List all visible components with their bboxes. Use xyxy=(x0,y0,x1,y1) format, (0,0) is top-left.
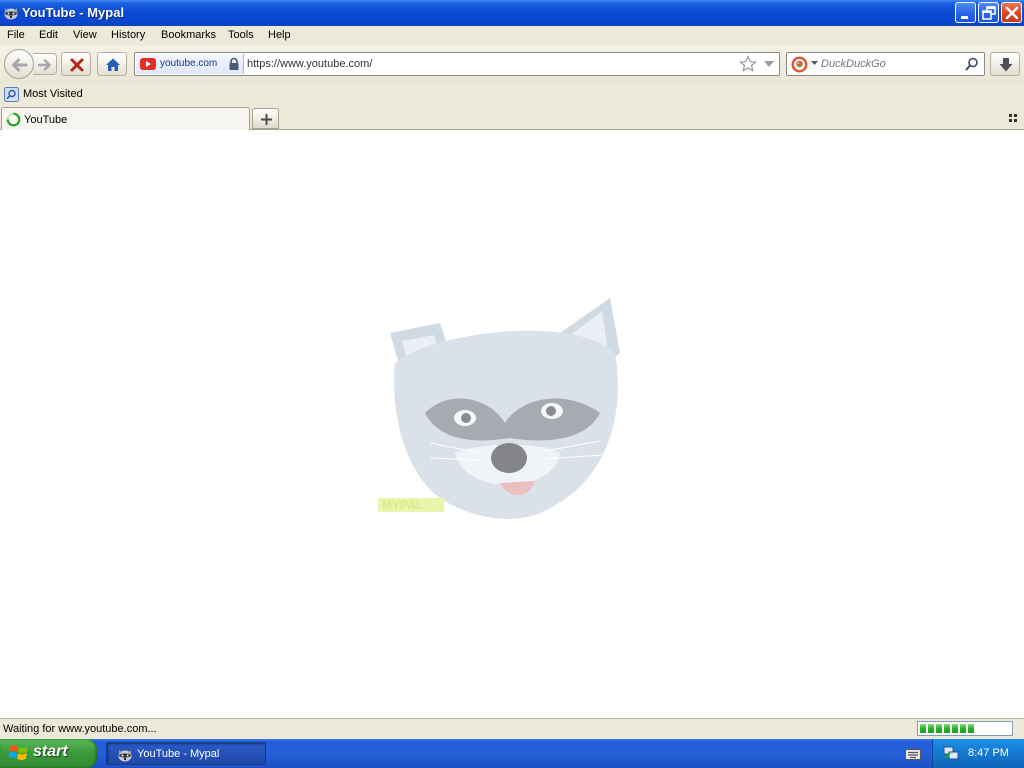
close-window-button[interactable] xyxy=(1001,2,1022,23)
plus-icon xyxy=(261,114,272,125)
back-button[interactable] xyxy=(4,49,34,79)
progress-segment xyxy=(936,724,942,733)
start-label: start xyxy=(33,743,68,760)
tab-label: YouTube xyxy=(24,114,68,126)
progress-segment xyxy=(968,724,974,733)
start-button[interactable]: start xyxy=(0,739,97,768)
mypal-raccoon-icon xyxy=(4,8,18,20)
progress-fill xyxy=(920,724,974,733)
forward-arrow-icon xyxy=(37,59,51,71)
restore-button[interactable] xyxy=(978,2,999,23)
site-identity-label: youtube.com xyxy=(160,58,218,69)
youtube-favicon-icon xyxy=(140,58,156,70)
taskbar-clock: 8:47 PM xyxy=(968,747,1009,759)
taskbar-window-label: YouTube - Mypal xyxy=(137,748,220,760)
tab-youtube[interactable]: YouTube xyxy=(1,107,250,130)
site-identity-box[interactable]: youtube.com xyxy=(136,54,244,74)
windows-taskbar: start YouTube - Mypal 8:47 PM xyxy=(0,739,1024,768)
windows-logo-icon xyxy=(9,745,28,761)
home-icon xyxy=(106,58,120,71)
stop-button[interactable] xyxy=(61,52,91,76)
search-input[interactable] xyxy=(821,54,961,74)
window-title: YouTube - Mypal xyxy=(22,5,125,20)
tab-strip: YouTube xyxy=(0,106,1024,130)
status-bar: Waiting for www.youtube.com... xyxy=(0,718,1024,739)
home-button[interactable] xyxy=(97,52,127,76)
bookmark-star-icon[interactable] xyxy=(739,55,757,73)
system-tray: 8:47 PM xyxy=(932,739,1024,768)
lock-icon xyxy=(229,57,239,70)
stop-x-icon xyxy=(70,58,84,72)
search-engine-dropdown-icon[interactable] xyxy=(811,61,818,66)
network-icon[interactable] xyxy=(942,745,960,761)
back-arrow-icon xyxy=(12,58,28,72)
progress-segment xyxy=(960,724,966,733)
most-visited-folder-icon xyxy=(4,87,19,102)
mypal-taskbar-icon xyxy=(118,750,132,762)
menu-bar: File Edit View History Bookmarks Tools H… xyxy=(0,26,1024,46)
progress-segment xyxy=(952,724,958,733)
menu-history[interactable]: History xyxy=(111,29,145,41)
page-content: MYPAL xyxy=(0,131,1024,718)
progress-segment xyxy=(944,724,950,733)
mypal-raccoon-logo: MYPAL xyxy=(378,298,620,519)
menu-tools[interactable]: Tools xyxy=(228,29,254,41)
taskbar-window-button[interactable]: YouTube - Mypal xyxy=(106,742,266,765)
url-input[interactable] xyxy=(247,54,727,74)
menu-view[interactable]: View xyxy=(73,29,97,41)
bookmark-most-visited[interactable]: Most Visited xyxy=(23,88,83,100)
menu-edit[interactable]: Edit xyxy=(39,29,58,41)
download-arrow-icon xyxy=(999,58,1013,72)
minimize-icon xyxy=(961,16,968,19)
window-title-bar[interactable]: YouTube - Mypal xyxy=(0,0,1024,26)
restore-icon xyxy=(982,6,996,20)
status-text: Waiting for www.youtube.com... xyxy=(3,723,157,735)
forward-button[interactable] xyxy=(33,53,57,75)
close-icon xyxy=(1005,6,1019,20)
keyboard-language-icon[interactable] xyxy=(905,747,921,760)
list-all-tabs-icon[interactable] xyxy=(1008,113,1018,123)
minimize-button[interactable] xyxy=(955,2,976,23)
new-tab-button[interactable] xyxy=(252,108,279,129)
progress-segment xyxy=(920,724,926,733)
url-history-dropdown-icon[interactable] xyxy=(763,59,775,69)
search-bar[interactable] xyxy=(786,52,985,76)
url-bar[interactable]: youtube.com xyxy=(134,52,780,76)
menu-bookmarks[interactable]: Bookmarks xyxy=(161,29,216,41)
progress-segment xyxy=(928,724,934,733)
menu-file[interactable]: File xyxy=(7,29,25,41)
menu-help[interactable]: Help xyxy=(268,29,291,41)
bookmarks-toolbar: Most Visited xyxy=(0,84,1024,106)
mascot-logo-text: MYPAL xyxy=(382,498,423,512)
search-magnifier-icon[interactable] xyxy=(965,57,979,71)
page-load-progress-bar xyxy=(917,721,1013,736)
duckduckgo-icon[interactable] xyxy=(791,56,808,73)
loading-spinner-icon xyxy=(6,112,21,127)
downloads-button[interactable] xyxy=(990,52,1020,76)
desktop-screen: YouTube - Mypal File Edit View History B… xyxy=(0,0,1024,768)
